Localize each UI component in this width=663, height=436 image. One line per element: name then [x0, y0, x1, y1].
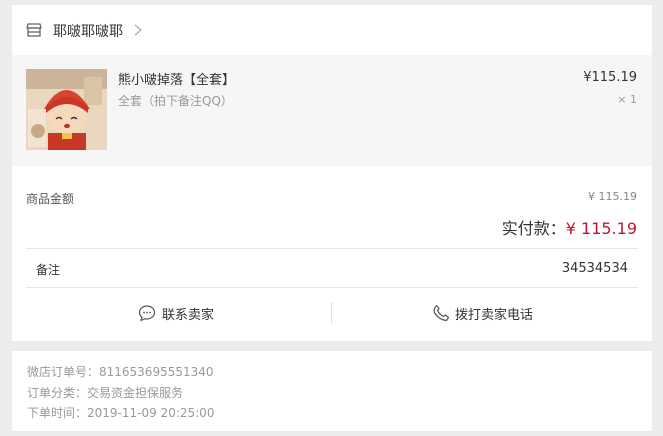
product-title[interactable]: 熊小啵掉落【全套】 — [118, 69, 235, 88]
shop-header[interactable]: 耶啵耶啵耶 — [12, 5, 652, 55]
order-card: 耶啵耶啵耶 熊小啵掉落【全套】 全套（拍下备注QQ） ¥115.19 × 1 商… — [12, 5, 652, 341]
goods-amount-value: ¥ 115.19 — [588, 190, 637, 203]
product-price: ¥115.19 — [583, 70, 637, 85]
paid-label: 实付款： — [501, 219, 566, 238]
order-number: 微店订单号：811653695551340 — [27, 365, 214, 379]
shop-icon — [26, 23, 42, 37]
note-label: 备注 — [36, 263, 61, 277]
shop-name[interactable]: 耶啵耶啵耶 — [53, 21, 123, 41]
chevron-right-icon — [134, 24, 142, 36]
contact-seller-label: 联系卖家 — [162, 307, 215, 323]
divider — [26, 287, 638, 288]
order-time: 下单时间：2019-11-09 20:25:00 — [27, 406, 215, 420]
action-separator — [331, 302, 332, 324]
goods-amount-label: 商品金额 — [26, 192, 75, 206]
call-seller-label: 拨打卖家电话 — [455, 307, 534, 323]
call-seller-button[interactable]: 拨打卖家电话 — [432, 288, 533, 338]
order-category: 订单分类：交易资金担保服务 — [27, 386, 184, 400]
paid-amount: 实付款：¥ 115.19 — [502, 215, 637, 239]
chat-bubble-icon — [138, 305, 156, 322]
phone-icon — [433, 304, 450, 322]
divider — [26, 248, 638, 249]
product-thumbnail[interactable] — [26, 69, 107, 150]
product-image — [26, 69, 107, 150]
paid-value: ¥ 115.19 — [565, 219, 637, 238]
order-info-card: 微店订单号：811653695551340 订单分类：交易资金担保服务 下单时间… — [12, 351, 652, 431]
contact-seller-button[interactable]: 联系卖家 — [138, 288, 214, 338]
product-item[interactable]: 熊小啵掉落【全套】 全套（拍下备注QQ） ¥115.19 × 1 — [12, 55, 652, 166]
product-quantity: × 1 — [617, 93, 637, 106]
note-value: 34534534 — [561, 261, 628, 276]
product-spec: 全套（拍下备注QQ） — [118, 94, 233, 108]
